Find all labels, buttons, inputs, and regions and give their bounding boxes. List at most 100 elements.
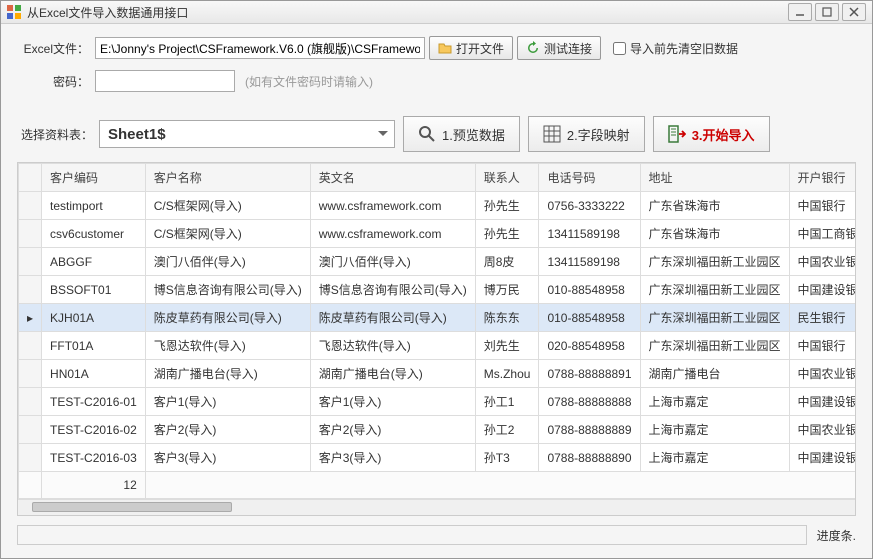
maximize-button[interactable] [815, 3, 839, 21]
cell[interactable]: 广东深圳福田新工业园区 [640, 276, 789, 304]
cell[interactable]: 博S信息咨询有限公司(导入) [310, 276, 475, 304]
cell[interactable]: 中国银行 [789, 332, 855, 360]
cell[interactable]: www.csframework.com [310, 192, 475, 220]
column-header[interactable]: 客户编码 [42, 164, 146, 192]
cell[interactable]: www.csframework.com [310, 220, 475, 248]
cell[interactable]: 0788-88888891 [539, 360, 640, 388]
cell[interactable]: 陈皮草药有限公司(导入) [310, 304, 475, 332]
cell[interactable]: 中国建设银行 [789, 388, 855, 416]
table-row[interactable]: FFT01A飞恩达软件(导入)飞恩达软件(导入)刘先生020-88548958广… [19, 332, 856, 360]
table-row[interactable]: HN01A湖南广播电台(导入)湖南广播电台(导入)Ms.Zhou0788-888… [19, 360, 856, 388]
table-row[interactable]: ABGGF澳门八佰伴(导入)澳门八佰伴(导入)周8皮13411589198广东深… [19, 248, 856, 276]
cell[interactable]: 0788-88888889 [539, 416, 640, 444]
close-button[interactable] [842, 3, 866, 21]
cell[interactable]: TEST-C2016-02 [42, 416, 146, 444]
cell[interactable]: 博S信息咨询有限公司(导入) [145, 276, 310, 304]
clear-old-checkbox[interactable]: 导入前先清空旧数据 [613, 40, 738, 57]
cell[interactable]: 客户1(导入) [310, 388, 475, 416]
table-row[interactable]: BSSOFT01博S信息咨询有限公司(导入)博S信息咨询有限公司(导入)博万民0… [19, 276, 856, 304]
cell[interactable]: 0756-3333222 [539, 192, 640, 220]
sheet-combo[interactable]: Sheet1$ [99, 120, 395, 148]
cell[interactable]: 湖南广播电台 [640, 360, 789, 388]
cell[interactable]: 博万民 [475, 276, 539, 304]
cell[interactable]: Ms.Zhou [475, 360, 539, 388]
cell[interactable]: C/S框架网(导入) [145, 192, 310, 220]
table-row[interactable]: csv6customerC/S框架网(导入)www.csframework.co… [19, 220, 856, 248]
cell[interactable]: 中国工商银行 [789, 220, 855, 248]
start-import-button[interactable]: 3.开始导入 [653, 116, 770, 152]
cell[interactable]: 湖南广播电台(导入) [310, 360, 475, 388]
cell[interactable]: KJH01A [42, 304, 146, 332]
cell[interactable]: 0788-88888890 [539, 444, 640, 472]
test-connection-button[interactable]: 测试连接 [517, 36, 601, 60]
cell[interactable]: 飞恩达软件(导入) [145, 332, 310, 360]
cell[interactable]: 澳门八佰伴(导入) [310, 248, 475, 276]
table-row[interactable]: testimportC/S框架网(导入)www.csframework.com孙… [19, 192, 856, 220]
cell[interactable]: 上海市嘉定 [640, 388, 789, 416]
minimize-button[interactable] [788, 3, 812, 21]
cell[interactable]: FFT01A [42, 332, 146, 360]
file-input[interactable] [95, 37, 425, 59]
cell[interactable]: 孙工2 [475, 416, 539, 444]
cell[interactable]: 广东深圳福田新工业园区 [640, 304, 789, 332]
open-file-button[interactable]: 打开文件 [429, 36, 513, 60]
table-row[interactable]: TEST-C2016-03客户3(导入)客户3(导入)孙T30788-88888… [19, 444, 856, 472]
preview-button[interactable]: 1.预览数据 [403, 116, 520, 152]
cell[interactable]: 客户2(导入) [145, 416, 310, 444]
cell[interactable]: 陈皮草药有限公司(导入) [145, 304, 310, 332]
cell[interactable]: csv6customer [42, 220, 146, 248]
cell[interactable]: 广东省珠海市 [640, 220, 789, 248]
cell[interactable]: 客户3(导入) [145, 444, 310, 472]
cell[interactable]: 13411589198 [539, 248, 640, 276]
table-row[interactable]: TEST-C2016-02客户2(导入)客户2(导入)孙工20788-88888… [19, 416, 856, 444]
cell[interactable]: 澳门八佰伴(导入) [145, 248, 310, 276]
column-header[interactable]: 开户银行 [789, 164, 855, 192]
cell[interactable]: 孙工1 [475, 388, 539, 416]
cell[interactable]: 中国建设银行 [789, 444, 855, 472]
cell[interactable]: 020-88548958 [539, 332, 640, 360]
cell[interactable]: 中国建设银行 [789, 276, 855, 304]
cell[interactable]: 010-88548958 [539, 304, 640, 332]
cell[interactable]: 湖南广播电台(导入) [145, 360, 310, 388]
cell[interactable]: ABGGF [42, 248, 146, 276]
clear-old-checkbox-input[interactable] [613, 42, 626, 55]
cell[interactable]: 孙先生 [475, 220, 539, 248]
cell[interactable]: TEST-C2016-01 [42, 388, 146, 416]
column-header[interactable]: 联系人 [475, 164, 539, 192]
column-header[interactable]: 英文名 [310, 164, 475, 192]
column-header[interactable]: 地址 [640, 164, 789, 192]
cell[interactable]: 中国农业银行 [789, 416, 855, 444]
password-input[interactable] [95, 70, 235, 92]
scrollbar-thumb[interactable] [32, 502, 232, 512]
cell[interactable]: 中国农业银行 [789, 360, 855, 388]
cell[interactable]: TEST-C2016-03 [42, 444, 146, 472]
cell[interactable]: 广东深圳福田新工业园区 [640, 248, 789, 276]
column-header[interactable]: 客户名称 [145, 164, 310, 192]
cell[interactable]: HN01A [42, 360, 146, 388]
cell[interactable]: testimport [42, 192, 146, 220]
cell[interactable]: 客户3(导入) [310, 444, 475, 472]
cell[interactable]: 广东省珠海市 [640, 192, 789, 220]
horizontal-scrollbar[interactable] [18, 499, 855, 515]
cell[interactable]: 刘先生 [475, 332, 539, 360]
table-row[interactable]: ▸KJH01A陈皮草药有限公司(导入)陈皮草药有限公司(导入)陈东东010-88… [19, 304, 856, 332]
cell[interactable]: 上海市嘉定 [640, 416, 789, 444]
cell[interactable]: 010-88548958 [539, 276, 640, 304]
cell[interactable]: 陈东东 [475, 304, 539, 332]
table-row[interactable]: TEST-C2016-01客户1(导入)客户1(导入)孙工10788-88888… [19, 388, 856, 416]
cell[interactable]: 孙先生 [475, 192, 539, 220]
cell[interactable]: 13411589198 [539, 220, 640, 248]
cell[interactable]: 广东深圳福田新工业园区 [640, 332, 789, 360]
data-grid[interactable]: 客户编码客户名称英文名联系人电话号码地址开户银行银行 testimportC/S… [17, 162, 856, 516]
cell[interactable]: 上海市嘉定 [640, 444, 789, 472]
field-map-button[interactable]: 2.字段映射 [528, 116, 645, 152]
cell[interactable]: BSSOFT01 [42, 276, 146, 304]
cell[interactable]: 中国银行 [789, 192, 855, 220]
cell[interactable]: 周8皮 [475, 248, 539, 276]
column-header[interactable]: 电话号码 [539, 164, 640, 192]
cell[interactable]: 飞恩达软件(导入) [310, 332, 475, 360]
cell[interactable]: 客户1(导入) [145, 388, 310, 416]
cell[interactable]: 0788-88888888 [539, 388, 640, 416]
cell[interactable]: 中国农业银行 [789, 248, 855, 276]
cell[interactable]: 孙T3 [475, 444, 539, 472]
